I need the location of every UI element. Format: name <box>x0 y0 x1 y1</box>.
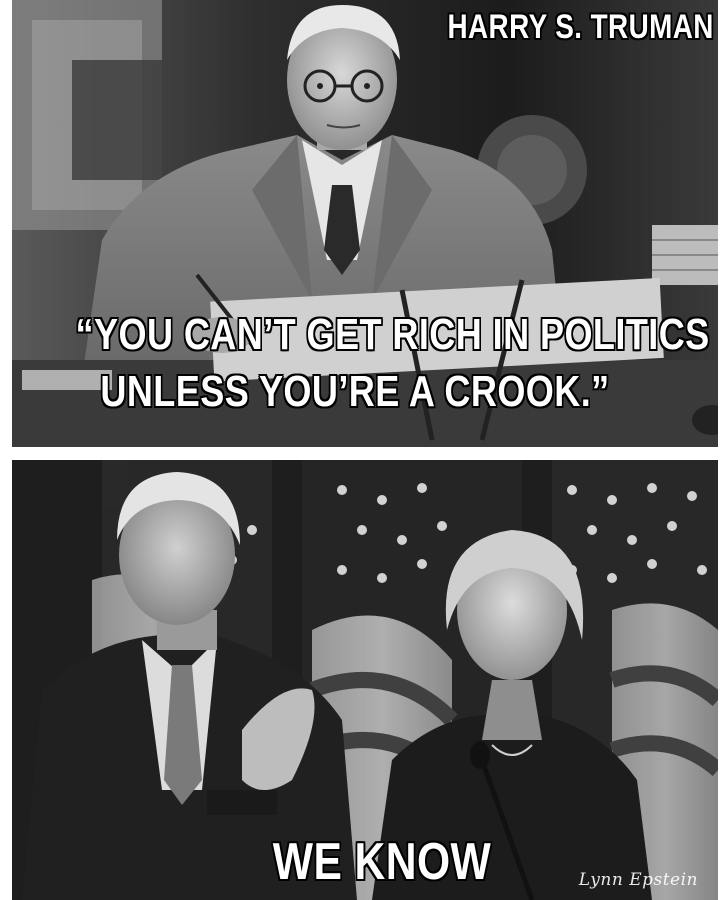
bottom-photo-panel: WE KNOW Lynn Epstein <box>12 460 718 900</box>
top-photo-panel: HARRY S. TRUMAN “YOU CAN’T GET RICH IN P… <box>12 0 718 447</box>
artist-signature: Lynn Epstein <box>578 870 698 890</box>
quote-line-1: “YOU CAN’T GET RICH IN POLITICS <box>75 310 710 359</box>
bottom-caption: WE KNOW <box>272 833 492 891</box>
name-caption: HARRY S. TRUMAN <box>447 8 714 46</box>
meme-image: HARRY S. TRUMAN “YOU CAN’T GET RICH IN P… <box>0 0 720 900</box>
quote-line-2: UNLESS YOU’RE A CROOK.” <box>100 367 610 416</box>
